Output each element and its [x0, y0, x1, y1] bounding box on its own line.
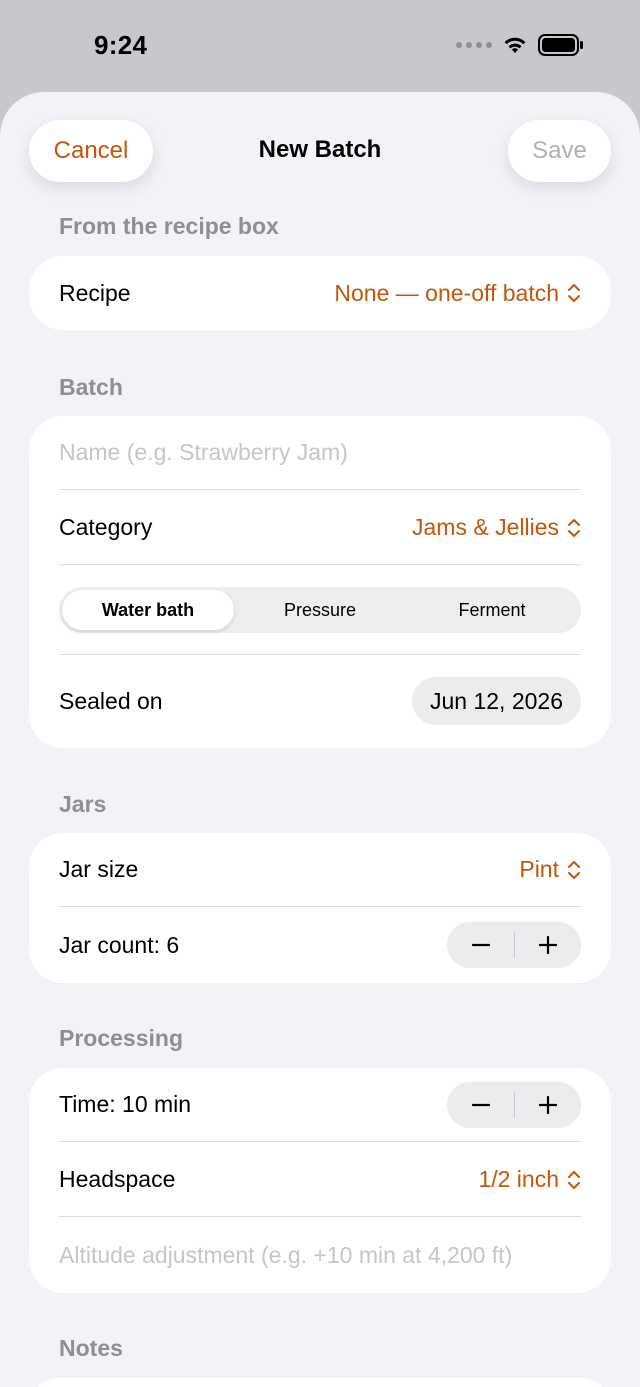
stepper-separator	[514, 1091, 515, 1118]
notes-card[interactable]	[29, 1378, 611, 1387]
time-stepper	[447, 1081, 581, 1128]
stepper-separator	[514, 932, 515, 958]
jar-size-value: Pint	[519, 856, 559, 882]
segment-water-bath[interactable]: Water bath	[62, 590, 234, 630]
category-value: Jams & Jellies	[412, 514, 559, 540]
plus-icon	[538, 1095, 557, 1114]
wifi-icon	[504, 37, 526, 53]
jar-count-increment-button[interactable]	[514, 922, 581, 968]
headspace-row[interactable]: Headspace 1/2 inch	[59, 1143, 581, 1217]
chevron-up-down-icon	[568, 860, 580, 879]
battery-icon	[538, 34, 583, 56]
jars-card: Jar size Pint Jar count: 6	[29, 833, 611, 983]
chevron-up-down-icon	[568, 518, 580, 537]
jar-size-row[interactable]: Jar size Pint	[59, 833, 581, 907]
altitude-input[interactable]: Altitude adjustment (e.g. +10 min at 4,2…	[59, 1242, 512, 1269]
status-time: 9:24	[94, 30, 148, 60]
section-header-jars: Jars	[59, 791, 107, 817]
chevron-up-down-icon	[568, 1170, 580, 1189]
category-label: Category	[59, 514, 153, 540]
status-bar: 9:24	[0, 0, 640, 92]
batch-card: Name (e.g. Strawberry Jam) Category Jams…	[29, 416, 611, 748]
jar-count-row: Jar count: 6	[59, 908, 581, 982]
section-header-batch: Batch	[59, 374, 123, 400]
time-row: Time: 10 min	[59, 1068, 581, 1142]
method-row: Water bath Pressure Ferment	[59, 566, 581, 655]
minus-icon	[471, 1103, 490, 1106]
category-row[interactable]: Category Jams & Jellies	[59, 491, 581, 565]
section-header-recipe-box: From the recipe box	[59, 213, 279, 239]
recipe-picker[interactable]: None — one-off batch	[334, 280, 581, 307]
headspace-label: Headspace	[59, 1166, 176, 1192]
time-label: Time: 10 min	[59, 1091, 192, 1117]
name-row[interactable]: Name (e.g. Strawberry Jam)	[59, 416, 581, 490]
sealed-date-picker[interactable]: Jun 12, 2026	[411, 677, 581, 725]
plus-icon	[538, 935, 557, 955]
headspace-picker[interactable]: 1/2 inch	[478, 1166, 581, 1193]
new-batch-sheet: Cancel New Batch Save From the recipe bo…	[0, 92, 640, 1387]
sealed-row: Sealed on Jun 12, 2026	[59, 656, 581, 746]
minus-icon	[471, 943, 490, 947]
section-header-notes: Notes	[59, 1335, 123, 1361]
altitude-row[interactable]: Altitude adjustment (e.g. +10 min at 4,2…	[59, 1218, 581, 1292]
jar-size-label: Jar size	[59, 856, 139, 882]
segment-ferment[interactable]: Ferment	[406, 590, 578, 630]
status-icons	[456, 34, 584, 56]
cellular-signal-icon	[456, 42, 492, 48]
segment-pressure[interactable]: Pressure	[234, 590, 406, 630]
chevron-up-down-icon	[568, 284, 580, 302]
time-increment-button[interactable]	[514, 1082, 581, 1128]
sealed-label: Sealed on	[59, 687, 163, 714]
section-header-processing: Processing	[59, 1025, 183, 1051]
recipe-card: Recipe None — one-off batch	[29, 256, 611, 330]
jar-count-decrement-button[interactable]	[447, 922, 514, 968]
save-button[interactable]: Save	[508, 120, 611, 182]
recipe-label: Recipe	[59, 279, 131, 306]
headspace-value: 1/2 inch	[478, 1166, 559, 1192]
name-input[interactable]: Name (e.g. Strawberry Jam)	[59, 439, 348, 466]
recipe-value: None — one-off batch	[334, 279, 559, 306]
jar-size-picker[interactable]: Pint	[519, 856, 581, 883]
recipe-row[interactable]: Recipe None — one-off batch	[59, 256, 581, 330]
processing-method-segmented-control: Water bath Pressure Ferment	[59, 587, 581, 633]
time-decrement-button[interactable]	[447, 1082, 514, 1128]
category-picker[interactable]: Jams & Jellies	[412, 514, 581, 541]
jar-count-stepper	[447, 922, 581, 968]
processing-card: Time: 10 min Headspace 1/2 inch Altitude…	[29, 1068, 611, 1293]
jar-count-label: Jar count: 6	[59, 931, 180, 958]
